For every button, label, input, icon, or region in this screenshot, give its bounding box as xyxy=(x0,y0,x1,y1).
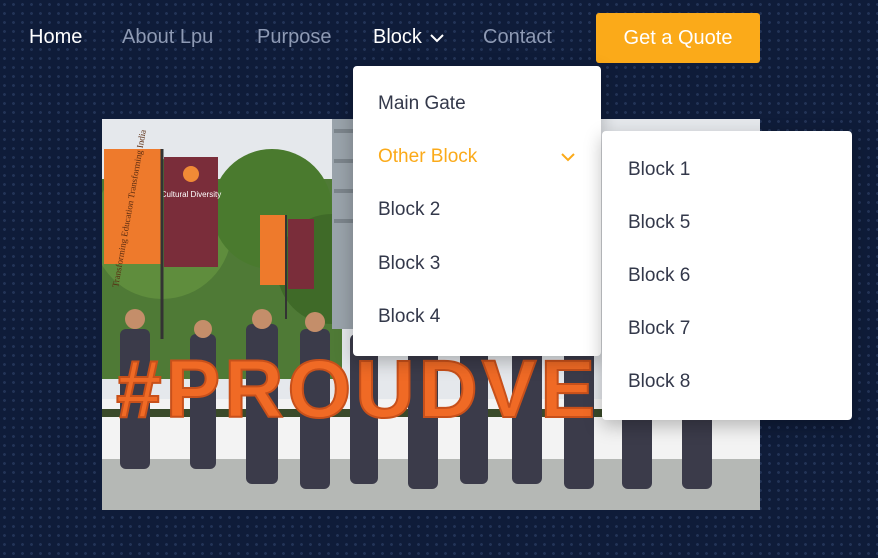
menu-item-block-4[interactable]: Block 4 xyxy=(378,306,440,328)
menu-item-block-3[interactable]: Block 3 xyxy=(378,253,440,275)
nav-block-label: Block xyxy=(373,26,422,48)
nav-about-lpu[interactable]: About Lpu xyxy=(122,26,213,49)
submenu-item-block-6[interactable]: Block 6 xyxy=(628,265,690,287)
get-a-quote-button[interactable]: Get a Quote xyxy=(596,13,760,63)
submenu-item-block-7[interactable]: Block 7 xyxy=(628,318,690,340)
top-navigation: Home About Lpu Purpose Block Contact Get… xyxy=(0,0,878,76)
nav-home[interactable]: Home xyxy=(29,26,82,49)
nav-block[interactable]: Block xyxy=(373,26,444,49)
menu-item-block-2[interactable]: Block 2 xyxy=(378,199,440,221)
menu-item-main-gate[interactable]: Main Gate xyxy=(378,93,466,115)
submenu-item-block-1[interactable]: Block 1 xyxy=(628,159,690,181)
block-dropdown-menu: Main Gate Other Block Block 2 Block 3 Bl… xyxy=(353,66,601,356)
nav-contact[interactable]: Contact xyxy=(483,26,552,49)
other-block-submenu: Block 1 Block 5 Block 6 Block 7 Block 8 xyxy=(602,131,852,420)
menu-item-other-block[interactable]: Other Block xyxy=(378,146,477,168)
submenu-item-block-8[interactable]: Block 8 xyxy=(628,371,690,393)
chevron-down-icon xyxy=(430,33,444,42)
chevron-down-icon xyxy=(561,153,575,162)
banner-right-title: Cultural Diversity xyxy=(161,190,221,199)
nav-purpose[interactable]: Purpose xyxy=(257,26,332,49)
submenu-item-block-5[interactable]: Block 5 xyxy=(628,212,690,234)
proud-letters: #PROUDVER xyxy=(116,344,662,435)
